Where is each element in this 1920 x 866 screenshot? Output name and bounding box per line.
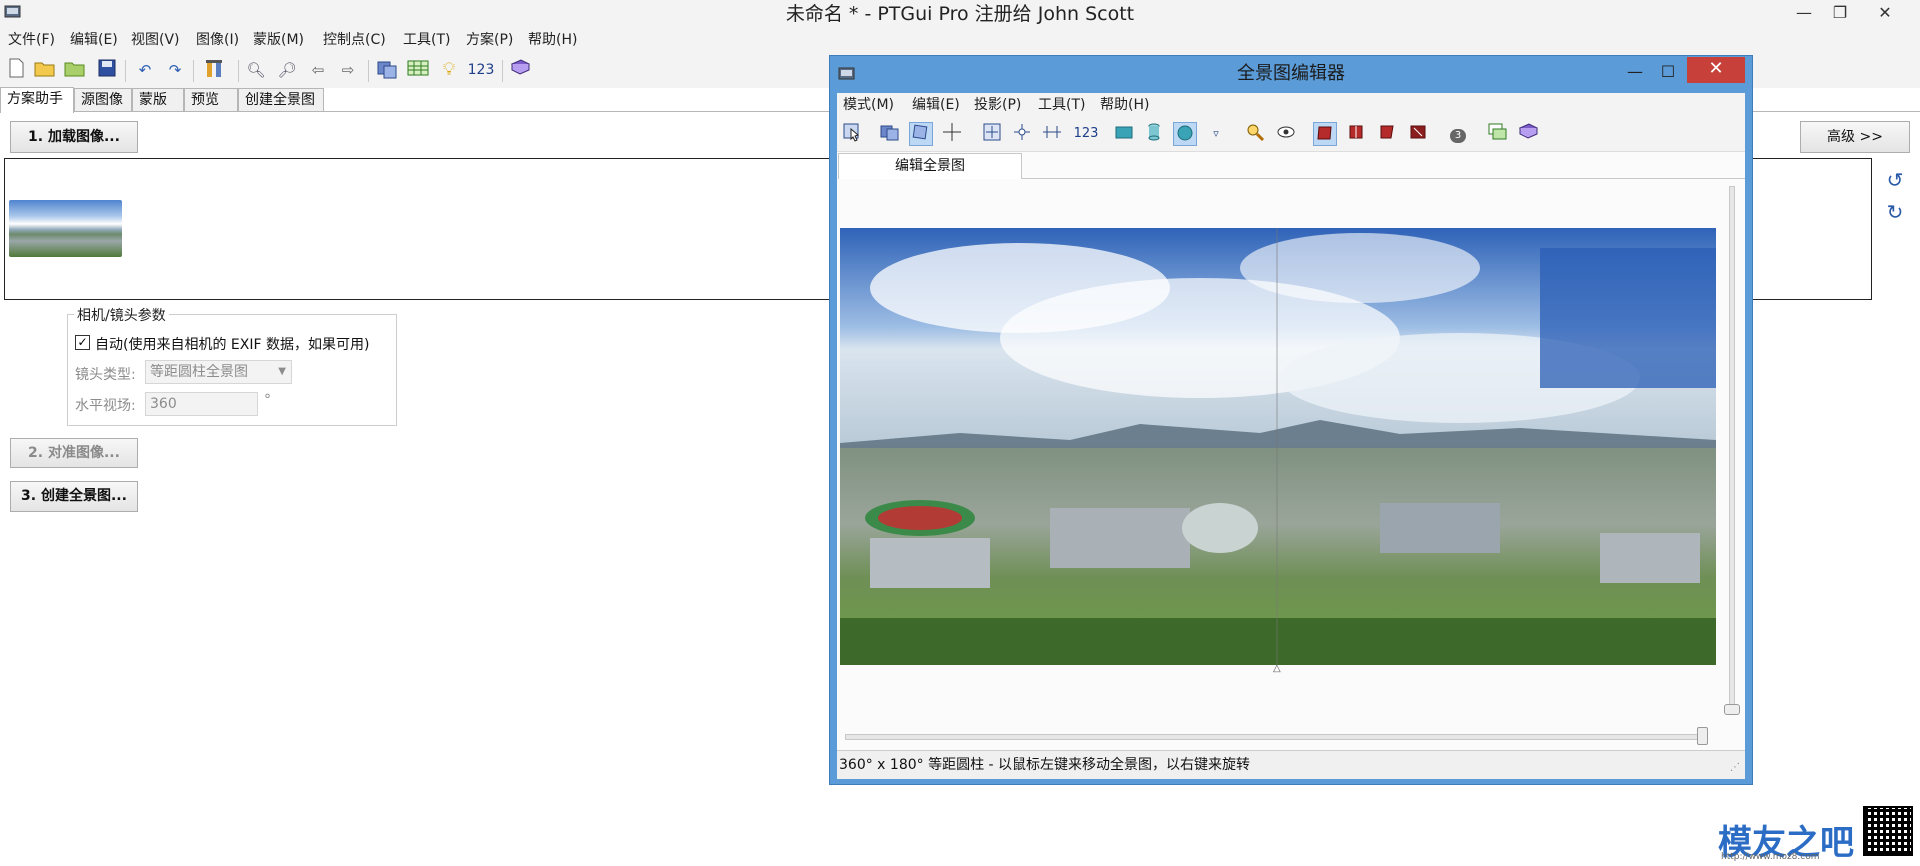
view-mode-2-icon[interactable]	[1344, 122, 1368, 146]
create-panorama-button[interactable]: 3. 创建全景图...	[10, 481, 138, 512]
toolbar-separator	[125, 60, 126, 82]
menu-tools[interactable]: 工具(T)	[401, 28, 452, 52]
editor-minimize-button[interactable]: —	[1617, 58, 1653, 86]
select-tool-icon[interactable]	[840, 122, 864, 146]
lightbulb-icon[interactable]: 💡︎	[437, 58, 461, 82]
control-point-table-icon[interactable]	[406, 58, 430, 82]
tab-mask[interactable]: 蒙版	[132, 88, 184, 112]
menu-image[interactable]: 图像(I)	[194, 28, 241, 52]
tab-project-assistant[interactable]: 方案助手	[0, 87, 74, 113]
rectilinear-projection-icon[interactable]	[1112, 122, 1136, 146]
editor-menu-edit[interactable]: 编辑(E)	[912, 93, 960, 117]
cylindrical-projection-icon[interactable]	[1142, 122, 1166, 146]
tab-source-images[interactable]: 源图像	[74, 88, 132, 112]
auto-exif-label: 自动(使用来自相机的 EXIF 数据，如果可用)	[95, 337, 370, 353]
zoom-icon[interactable]	[1243, 122, 1267, 146]
watermark-url: http://www.moz8.com	[1721, 852, 1820, 862]
hfov-label: 水平视场:	[75, 398, 136, 414]
redo-icon[interactable]: ↷	[163, 58, 187, 82]
menu-view[interactable]: 视图(V)	[129, 28, 182, 52]
move-images-icon[interactable]	[878, 122, 902, 146]
vertical-slider-handle[interactable]	[1724, 704, 1740, 715]
horizontal-slider-track[interactable]	[845, 734, 1707, 740]
editor-close-button[interactable]: ✕	[1687, 57, 1745, 83]
image-number-badge[interactable]: 3	[1446, 122, 1470, 146]
hfov-input[interactable]: 360	[145, 392, 258, 416]
save-icon[interactable]	[95, 58, 119, 82]
lens-type-select[interactable]: 等距圆柱全景图 ▼	[145, 360, 292, 384]
help-book-icon[interactable]	[508, 58, 532, 82]
prev-image-icon[interactable]: ⇦	[306, 58, 330, 82]
next-image-icon[interactable]: ⇨	[336, 58, 360, 82]
view-mode-3-icon[interactable]	[1375, 122, 1399, 146]
zoom-out-icon[interactable]: 🔎︎	[275, 58, 299, 82]
window-title: 未命名 * - PTGui Pro 注册给 John Scott	[785, 3, 1135, 25]
toolbar-separator	[193, 60, 194, 82]
menu-edit[interactable]: 编辑(E)	[68, 28, 120, 52]
undo-icon[interactable]: ↶	[133, 58, 157, 82]
center-marker-icon[interactable]: △	[1273, 663, 1281, 674]
tab-preview[interactable]: 预览	[184, 88, 238, 112]
align-images-button[interactable]: 2. 对准图像...	[10, 438, 138, 468]
open-folder-icon[interactable]	[33, 58, 57, 82]
group-title: 相机/镜头参数	[74, 305, 169, 325]
fit-panorama-icon[interactable]	[980, 122, 1004, 146]
menu-control-points[interactable]: 控制点(C)	[321, 28, 388, 52]
panorama-editor-icon[interactable]	[375, 58, 399, 82]
horizontal-slider-handle[interactable]	[1697, 727, 1708, 745]
align-tool-icon[interactable]	[203, 58, 227, 82]
editor-maximize-button[interactable]: ☐	[1650, 58, 1686, 86]
spherical-projection-icon[interactable]	[1173, 122, 1197, 146]
vertical-slider-track[interactable]	[1729, 186, 1735, 710]
editor-menu-help[interactable]: 帮助(H)	[1100, 93, 1149, 117]
qr-code	[1863, 806, 1913, 856]
tab-edit-panorama[interactable]: 编辑全景图	[838, 153, 1022, 179]
degree-unit: °	[264, 392, 271, 408]
panorama-image[interactable]	[840, 228, 1716, 665]
toolbar-separator	[502, 60, 503, 82]
editor-status-bar: 360° x 180° 等距圆柱 - 以鼠标左键来移动全景图，以右键来旋转	[837, 750, 1745, 779]
chevron-down-icon: ▼	[278, 366, 286, 377]
menu-help[interactable]: 帮助(H)	[526, 28, 579, 52]
preview-eye-icon[interactable]	[1274, 122, 1298, 146]
close-button[interactable]: ✕	[1862, 0, 1908, 28]
editor-help-book-icon[interactable]	[1516, 122, 1540, 146]
load-images-button[interactable]: 1. 加载图像...	[10, 121, 138, 153]
zoom-in-icon[interactable]: 🔍︎	[244, 58, 268, 82]
editor-menu-projection[interactable]: 投影(P)	[974, 93, 1021, 117]
new-file-icon[interactable]	[4, 58, 28, 82]
resize-grip-icon[interactable]: ⋰	[1730, 762, 1740, 773]
editor-menu-mode[interactable]: 模式(M)	[843, 93, 894, 117]
straighten-icon[interactable]	[1040, 122, 1064, 146]
toolbar-separator	[368, 60, 369, 82]
restore-button[interactable]: ❐	[1817, 0, 1863, 28]
lens-type-value: 等距圆柱全景图	[150, 364, 248, 380]
tab-create-panorama[interactable]: 创建全景图	[238, 88, 324, 112]
menu-file[interactable]: 文件(F)	[6, 28, 57, 52]
image-thumbnail[interactable]	[9, 200, 122, 257]
open-recent-icon[interactable]	[63, 58, 87, 82]
projection-dropdown-icon[interactable]: ▿	[1204, 122, 1228, 146]
view-mode-4-icon[interactable]	[1406, 122, 1430, 146]
rotate-left-icon[interactable]: ↺	[1883, 168, 1907, 192]
center-point-icon[interactable]	[1010, 122, 1034, 146]
toolbar-separator	[238, 60, 239, 82]
numbers-button[interactable]: 123	[465, 58, 497, 82]
editor-menu-tools[interactable]: 工具(T)	[1038, 93, 1085, 117]
rotate-right-icon[interactable]: ↻	[1883, 200, 1907, 224]
badge-number: 3	[1450, 129, 1466, 143]
lens-type-label: 镜头类型:	[75, 367, 136, 383]
menu-mask[interactable]: 蒙版(M)	[251, 28, 306, 52]
menu-project[interactable]: 方案(P)	[464, 28, 515, 52]
editor-title: 全景图编辑器	[1237, 63, 1345, 84]
crosshair-icon[interactable]	[940, 122, 964, 146]
detach-window-icon[interactable]	[1486, 122, 1510, 146]
advanced-button[interactable]: 高级 >>	[1800, 121, 1910, 153]
numbers-toggle[interactable]: 123	[1070, 122, 1102, 146]
auto-exif-checkbox[interactable]: ✓	[75, 335, 90, 350]
rotate-images-icon[interactable]	[909, 122, 933, 146]
view-mode-1-icon[interactable]	[1313, 122, 1337, 146]
